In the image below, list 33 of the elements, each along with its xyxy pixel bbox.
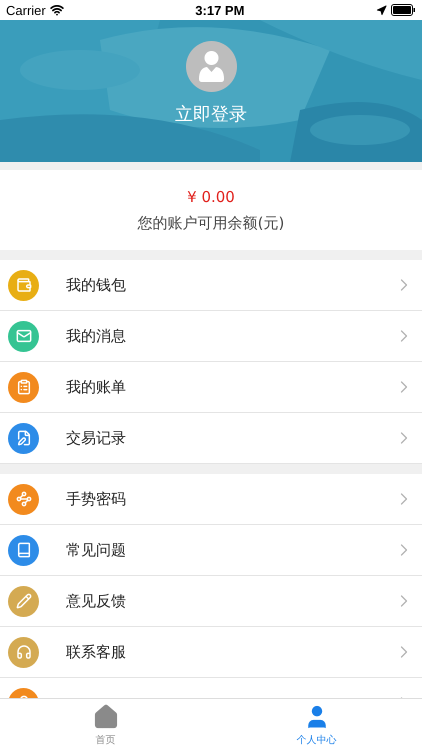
balance-amount: ¥ 0.00 (187, 188, 235, 206)
menu-label: 手势密码 (66, 490, 127, 508)
envelope-icon (16, 328, 32, 344)
menu-row[interactable]: 我的钱包 (0, 260, 422, 311)
menu-row[interactable]: 交易记录 (0, 413, 422, 464)
menu-label: 我的账单 (66, 378, 127, 396)
menu-row[interactable]: 意见反馈 (0, 576, 422, 627)
menu-row[interactable]: 我的消息 (0, 311, 422, 362)
status-time: 3:17 PM (195, 2, 244, 18)
menu-label: 我的消息 (66, 326, 127, 346)
wallet-icon (16, 277, 32, 293)
menu-row[interactable]: 常见问题 (0, 525, 422, 576)
clipboard-icon (16, 379, 32, 395)
battery-icon (391, 4, 416, 16)
menu-label: 意见反馈 (66, 592, 127, 610)
menu-row[interactable]: 联系客服 (0, 627, 422, 678)
menu-label: 我的钱包 (66, 276, 127, 294)
document-pen-icon (16, 430, 32, 446)
menu-row[interactable]: 我的账单 (0, 362, 422, 413)
menu-label: 交易记录 (66, 428, 127, 448)
tab-button[interactable]: 个人中心 (211, 699, 422, 750)
headset-icon (16, 644, 32, 660)
gesture-pattern-icon (16, 491, 32, 507)
carrier-name: Carrier (6, 2, 46, 18)
avatar-icon[interactable] (186, 41, 236, 92)
wifi-icon (50, 3, 64, 17)
balance-caption: 您的账户可用余额(元) (138, 214, 284, 232)
pencil-icon (16, 593, 32, 609)
menu-label: 常见问题 (66, 540, 127, 560)
menu-row[interactable]: 手势密码 (0, 474, 422, 525)
book-icon (16, 542, 32, 558)
location-icon (376, 4, 387, 16)
menu-label: 联系客服 (66, 642, 127, 662)
